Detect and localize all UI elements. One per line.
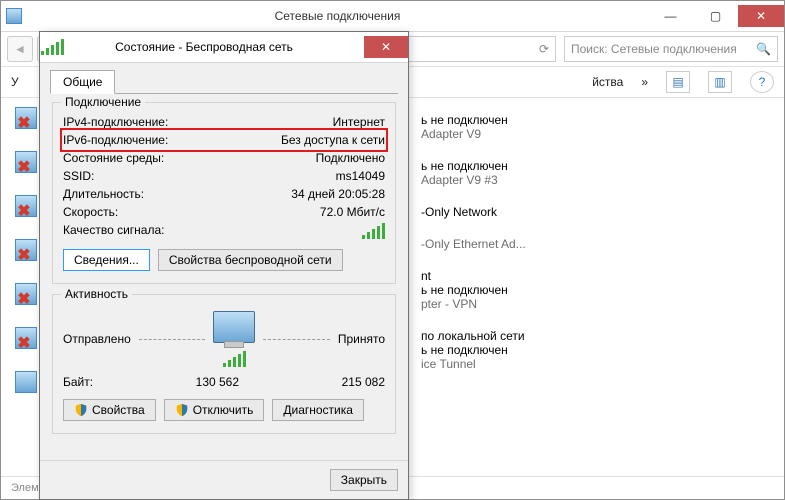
search-placeholder: Поиск: Сетевые подключения — [571, 42, 737, 56]
group-title-connection: Подключение — [61, 95, 145, 109]
help-icon[interactable]: ? — [750, 71, 774, 93]
shield-icon — [74, 403, 88, 417]
disabled-icon: ✖ — [17, 201, 30, 221]
row-bytes: Байт: 130 562 215 082 — [63, 373, 385, 391]
list-item[interactable]: -Only Network — [421, 205, 526, 219]
list-item[interactable]: ✖ — [11, 325, 41, 351]
window-title: Сетевые подключения — [27, 9, 648, 23]
dialog-title: Состояние - Беспроводная сеть — [64, 40, 364, 54]
close-button[interactable]: ✕ — [738, 5, 784, 27]
status-dialog: Состояние - Беспроводная сеть ✕ Общие По… — [39, 31, 409, 500]
diagnose-button[interactable]: Диагностика — [272, 399, 364, 421]
activity-group: Активность Отправлено Принято Байт: 1 — [52, 294, 396, 434]
activity-signal-icon — [223, 351, 246, 367]
row-ipv6: IPv6-подключение:Без доступа к сети — [63, 131, 385, 149]
properties-button[interactable]: Свойства — [63, 399, 156, 421]
search-icon: 🔍 — [756, 42, 771, 56]
sent-label: Отправлено — [63, 332, 131, 346]
menu-organize[interactable]: У — [11, 75, 19, 89]
list-item[interactable]: по локальной сетиь не подключенice Tunne… — [421, 329, 526, 371]
tab-strip: Общие — [50, 69, 398, 94]
adapter-icon — [15, 371, 37, 393]
disabled-icon: ✖ — [17, 245, 30, 265]
disabled-icon: ✖ — [17, 333, 30, 353]
disable-button[interactable]: Отключить — [164, 399, 265, 421]
row-duration: Длительность:34 дней 20:05:28 — [63, 185, 385, 203]
list-item[interactable]: ь не подключенAdapter V9 — [421, 113, 526, 141]
details-button[interactable]: Сведения... — [63, 249, 150, 271]
row-media-state: Состояние среды:Подключено — [63, 149, 385, 167]
row-speed: Скорость:72.0 Мбит/с — [63, 203, 385, 221]
list-item[interactable]: ✖ — [11, 237, 41, 263]
app-icon — [1, 8, 27, 24]
row-ssid: SSID:ms14049 — [63, 167, 385, 185]
received-label: Принято — [338, 332, 385, 346]
list-item[interactable]: ✖ — [11, 149, 41, 175]
dialog-titlebar[interactable]: Состояние - Беспроводная сеть ✕ — [40, 32, 408, 63]
maximize-button[interactable]: ▢ — [693, 5, 738, 27]
list-item[interactable]: ь не подключенAdapter V9 #3 — [421, 159, 526, 187]
row-ipv4: IPv4-подключение:Интернет — [63, 113, 385, 131]
minimize-button[interactable]: — — [648, 5, 693, 27]
shield-icon — [175, 403, 189, 417]
network-connections-window: Сетевые подключения — ▢ ✕ ◄ ► ▾ ▲ › ⟳ По… — [0, 0, 785, 500]
list-item[interactable]: -Only Ethernet Ad... — [421, 237, 526, 251]
signal-bars-icon — [362, 223, 385, 239]
dialog-close-footer-button[interactable]: Закрыть — [330, 469, 398, 491]
list-item[interactable]: ntь не подключенpter - VPN — [421, 269, 526, 311]
list-item[interactable]: ✖ — [11, 105, 41, 131]
list-item[interactable]: ✖ — [11, 281, 41, 307]
disabled-icon: ✖ — [17, 157, 30, 177]
main-titlebar: Сетевые подключения — ▢ ✕ — [1, 1, 784, 32]
layout-icon[interactable]: ▥ — [708, 71, 732, 93]
bytes-received: 215 082 — [342, 375, 385, 389]
search-input[interactable]: Поиск: Сетевые подключения 🔍 — [564, 36, 778, 62]
menu-fragment[interactable]: йства — [592, 75, 623, 89]
signal-icon — [40, 39, 64, 55]
tab-general[interactable]: Общие — [50, 70, 115, 94]
bytes-sent: 130 562 — [93, 375, 342, 389]
activity-monitor-icon — [213, 311, 255, 343]
refresh-icon[interactable]: ⟳ — [539, 42, 549, 56]
dialog-close-button[interactable]: ✕ — [364, 36, 408, 58]
list-item[interactable] — [11, 369, 41, 395]
list-item[interactable]: ✖ — [11, 193, 41, 219]
wifi-properties-button[interactable]: Свойства беспроводной сети — [158, 249, 343, 271]
group-title-activity: Активность — [61, 287, 132, 301]
menu-more[interactable]: » — [641, 75, 648, 89]
row-signal: Качество сигнала: — [63, 221, 385, 241]
disabled-icon: ✖ — [17, 113, 30, 133]
connection-group: Подключение IPv4-подключение:Интернет IP… — [52, 102, 396, 284]
disabled-icon: ✖ — [17, 289, 30, 309]
view-icon[interactable]: ▤ — [666, 71, 690, 93]
back-button[interactable]: ◄ — [7, 36, 33, 62]
